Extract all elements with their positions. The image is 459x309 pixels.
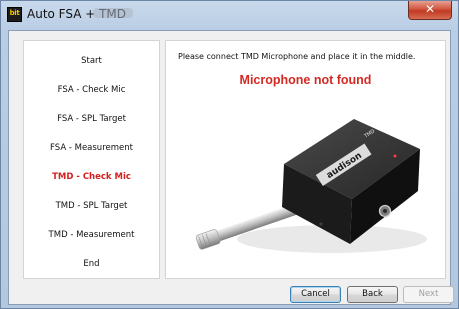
step-tmd-check-mic: TMD - Check Mic [52,172,131,182]
instruction-text: Please connect TMD Microphone and place … [178,52,416,61]
microphone-device-image: audison TMD [195,119,427,253]
step-fsa-spl-target: FSA - SPL Target [57,114,126,124]
title-blur [93,8,133,18]
app-window: bit Auto FSA + TMD ✕ Start FSA - Check M… [0,0,459,309]
cancel-button[interactable]: Cancel [290,286,341,303]
title-bar[interactable]: bit Auto FSA + TMD ✕ [1,1,458,29]
next-button[interactable]: Next [403,286,454,303]
close-icon: ✕ [424,2,436,16]
step-tmd-spl-target: TMD - SPL Target [55,201,128,211]
step-end: End [83,259,100,269]
app-logo-text: bit [9,9,20,17]
step-start: Start [81,56,102,66]
wizard-client-area: Start FSA - Check Mic FSA - SPL Target F… [8,30,454,305]
back-button[interactable]: Back [347,286,398,303]
step-fsa-check-mic: FSA - Check Mic [57,85,126,95]
content-panel: Please connect TMD Microphone and place … [165,40,446,279]
step-tmd-measurement: TMD - Measurement [48,230,135,240]
close-button[interactable]: ✕ [408,1,452,20]
steps-panel: Start FSA - Check Mic FSA - SPL Target F… [23,40,160,279]
error-message: Microphone not found [239,73,372,87]
app-logo-icon: bit [7,7,22,22]
step-fsa-measurement: FSA - Measurement [50,143,133,153]
